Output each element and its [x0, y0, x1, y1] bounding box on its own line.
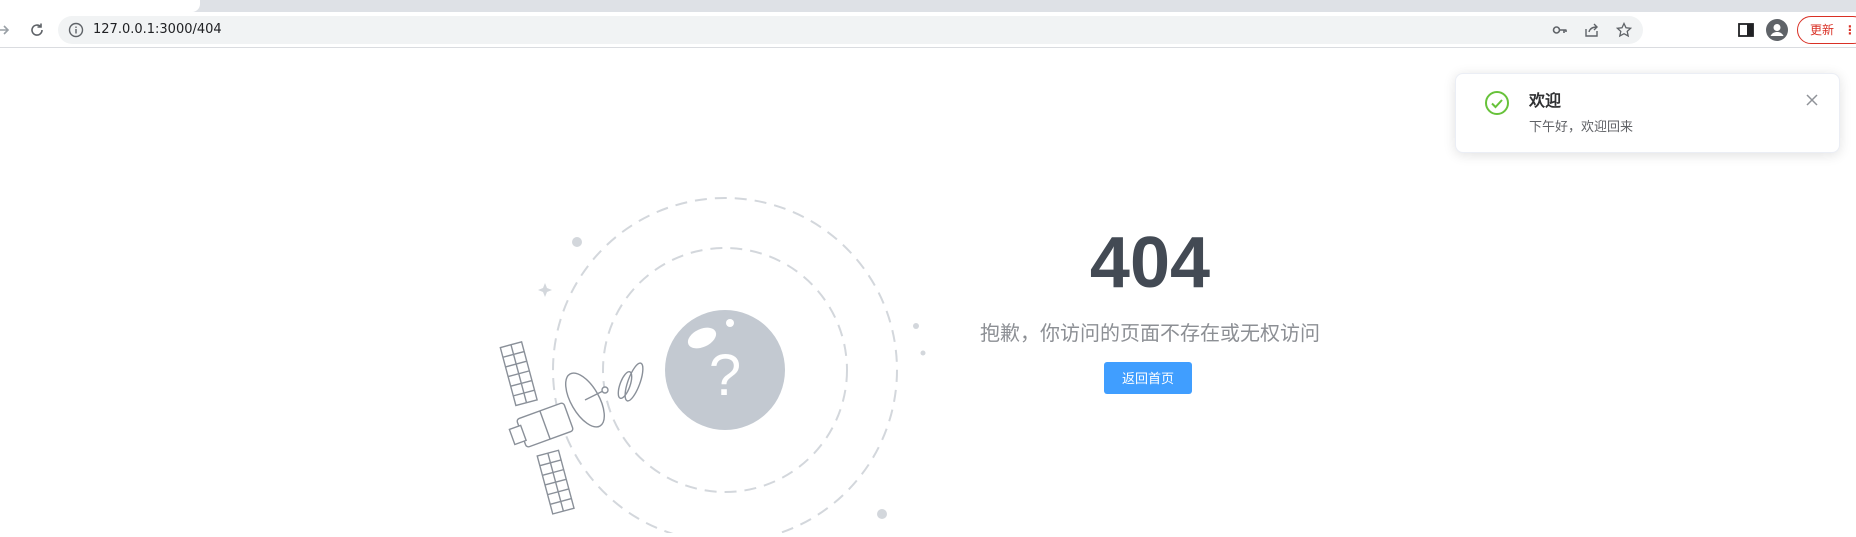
- active-tab[interactable]: [0, 0, 200, 12]
- info-icon[interactable]: [68, 22, 84, 38]
- notification-message: 下午好，欢迎回来: [1529, 120, 1634, 135]
- error-message: 抱歉，你访问的页面不存在或无权访问: [980, 321, 1320, 345]
- side-panel-icon[interactable]: [1736, 20, 1756, 40]
- key-icon[interactable]: [1551, 21, 1569, 39]
- update-button-label: 更新: [1810, 23, 1835, 37]
- tab-strip: [0, 0, 1856, 12]
- menu-dots-icon: ⋮: [1843, 23, 1856, 37]
- notification-title: 欢迎: [1529, 91, 1562, 110]
- url-text[interactable]: 127.0.0.1:3000/404: [93, 16, 222, 44]
- share-icon[interactable]: [1583, 21, 1601, 39]
- error-code: 404: [1089, 223, 1211, 303]
- satellite-illustration: ?: [490, 195, 940, 537]
- profile-avatar[interactable]: [1766, 19, 1788, 41]
- browser-toolbar: 127.0.0.1:3000/404 更新 ⋮: [0, 12, 1856, 48]
- address-bar[interactable]: 127.0.0.1:3000/404: [58, 16, 1643, 44]
- bookmark-star-icon[interactable]: [1615, 21, 1633, 39]
- welcome-notification: 欢迎 下午好，欢迎回来: [1455, 73, 1840, 153]
- success-check-icon: [1484, 90, 1510, 116]
- update-button[interactable]: 更新 ⋮: [1797, 16, 1856, 44]
- back-home-button[interactable]: 返回首页: [1104, 362, 1192, 394]
- reload-icon[interactable]: [25, 18, 49, 42]
- address-bar-actions: [1551, 16, 1643, 44]
- forward-icon[interactable]: [0, 18, 16, 42]
- close-icon[interactable]: [1804, 92, 1820, 108]
- svg-text:?: ?: [709, 343, 741, 408]
